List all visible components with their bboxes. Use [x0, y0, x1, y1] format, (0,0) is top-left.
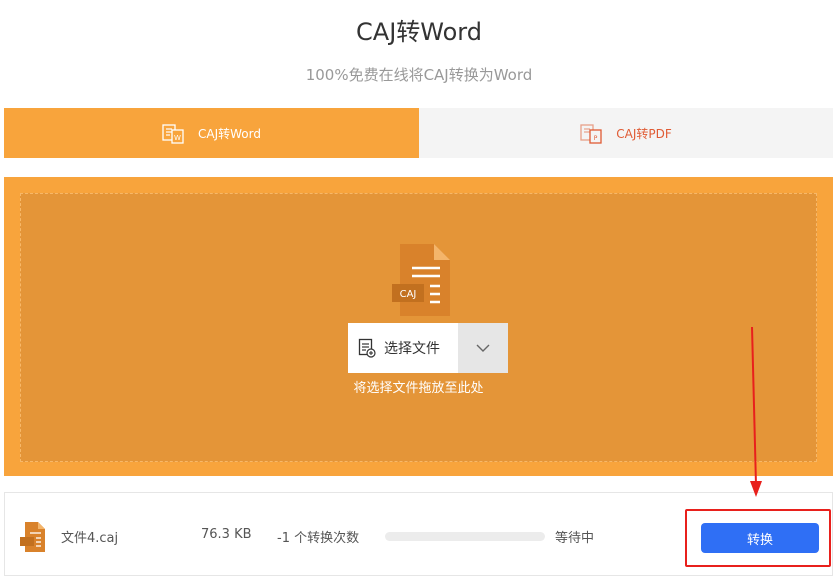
conversion-count: -1 个转换次数 [277, 531, 360, 546]
page-title: CAJ转Word [356, 18, 482, 46]
convert-highlight-box: 转换 [685, 509, 831, 567]
upload-dropzone[interactable]: CAJ 选择文件 将选择文件拖放至此处 [4, 177, 833, 476]
tab-bar: W CAJ转Word P CAJ转PDF [4, 108, 833, 158]
caj-file-icon: CAJ [392, 244, 450, 316]
svg-text:W: W [174, 134, 181, 142]
file-badge-text: CAJ [400, 289, 417, 300]
tab-label: CAJ转PDF [616, 126, 672, 141]
pdf-doc-icon: P [580, 124, 602, 144]
file-name: 文件4.caj [61, 531, 119, 546]
select-file-button[interactable]: 选择文件 [348, 323, 508, 373]
chevron-down-icon [476, 344, 490, 352]
drop-hint: 将选择文件拖放至此处 [353, 381, 484, 396]
convert-button[interactable]: 转换 [701, 523, 819, 553]
page-subtitle: 100%免费在线将CAJ转换为Word [305, 66, 533, 84]
file-row: 文件4.caj 76.3 KB -1 个转换次数 等待中 转换 [4, 492, 833, 576]
tab-caj-to-word[interactable]: W CAJ转Word [4, 108, 419, 158]
document-add-icon [358, 338, 376, 358]
tab-caj-to-pdf[interactable]: P CAJ转PDF [419, 108, 833, 158]
file-size: 76.3 KB [201, 527, 252, 542]
select-source-dropdown[interactable] [458, 323, 508, 373]
select-file-main[interactable]: 选择文件 [348, 323, 458, 373]
caj-file-icon [20, 522, 45, 552]
file-status: 等待中 [555, 531, 595, 546]
select-file-label: 选择文件 [384, 341, 440, 357]
page: CAJ转Word 100%免费在线将CAJ转换为Word W CAJ转Word … [0, 0, 838, 580]
tab-label: CAJ转Word [198, 126, 261, 141]
dropzone-area[interactable]: CAJ 选择文件 将选择文件拖放至此处 [20, 193, 817, 462]
svg-text:P: P [594, 135, 598, 142]
word-doc-icon: W [162, 124, 184, 144]
progress-bar [385, 532, 545, 541]
